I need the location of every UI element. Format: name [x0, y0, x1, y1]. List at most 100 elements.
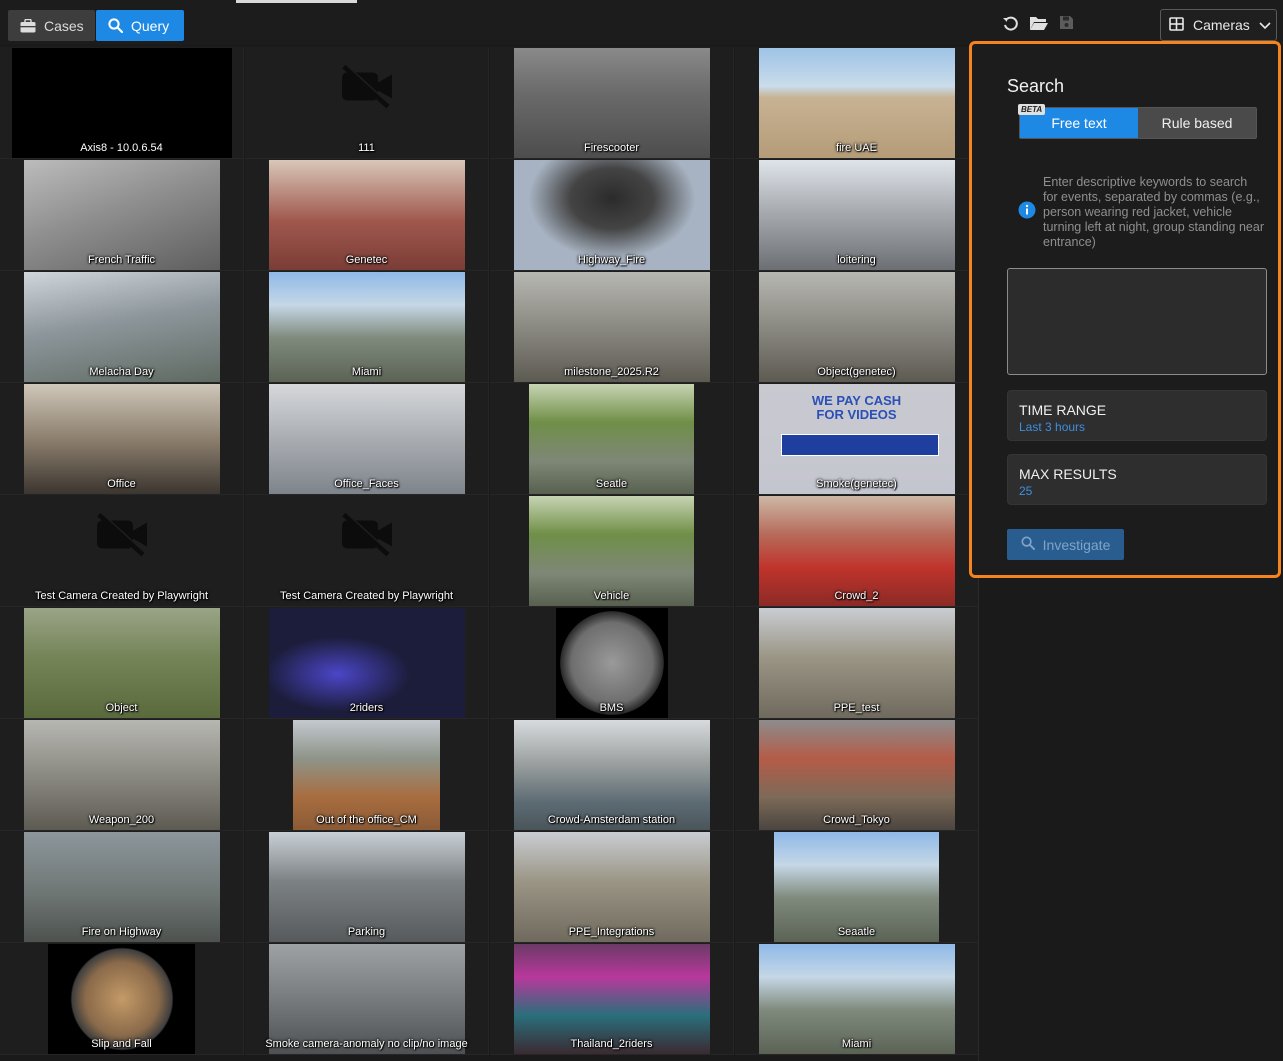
camera-tile[interactable]: Miami [245, 271, 489, 383]
camera-tile[interactable]: Out of the office_CM [245, 719, 489, 831]
camera-name-label: Miami [841, 1038, 872, 1050]
camera-thumbnail [774, 831, 939, 942]
cases-tab-label: Cases [44, 17, 84, 34]
undo-icon[interactable] [1002, 15, 1020, 33]
search-icon [1021, 536, 1035, 553]
save-icon[interactable] [1059, 15, 1075, 33]
camera-tile[interactable]: Crowd_2 [735, 495, 979, 607]
camera-tile[interactable]: Vehicle [490, 495, 734, 607]
camera-thumbnail [758, 271, 955, 382]
camera-tile[interactable]: 2riders [245, 607, 489, 719]
camera-tile[interactable]: Test Camera Created by Playwright [0, 495, 244, 607]
rule-based-mode-button[interactable]: Rule based [1138, 108, 1256, 138]
camera-name-label: French Traffic [87, 254, 156, 266]
camera-name-label: Smoke(genetec) [816, 478, 897, 490]
camera-tile[interactable]: Crowd-Amsterdam station [490, 719, 734, 831]
camera-thumbnail [758, 495, 955, 606]
camera-name-label: fire UAE [836, 142, 877, 154]
camera-name-label: Slip and Fall [91, 1038, 152, 1050]
camera-tile[interactable]: Genetec [245, 159, 489, 271]
camera-tile[interactable]: Miami [735, 943, 979, 1055]
camera-thumbnail [513, 47, 710, 158]
briefcase-icon [20, 18, 36, 33]
camera-name-label: milestone_2025.R2 [564, 366, 659, 378]
camera-name-label: Parking [347, 926, 386, 938]
camera-thumbnail [758, 47, 955, 158]
camera-tile[interactable]: WE PAY CASH FOR VIDEOS Smoke(genetec) [735, 383, 979, 495]
camera-thumbnail: WE PAY CASH FOR VIDEOS [758, 383, 955, 494]
camera-tile[interactable]: Parking [245, 831, 489, 943]
info-icon [1018, 201, 1036, 219]
camera-thumbnail [529, 495, 694, 606]
max-results-value: 25 [1019, 484, 1033, 498]
cases-tab-button[interactable]: Cases [8, 10, 95, 41]
camera-grid: Axis8 - 10.0.6.54 111 Firescooter fire UAE F… [0, 47, 979, 1061]
camera-tile[interactable]: PPE_test [735, 607, 979, 719]
camera-name-label: Crowd-Amsterdam station [547, 814, 676, 826]
camera-tile[interactable]: Thailand_2riders [490, 943, 734, 1055]
cameras-dropdown[interactable]: Cameras [1160, 9, 1277, 41]
search-query-input[interactable] [1007, 268, 1267, 375]
free-text-mode-label: Free text [1051, 115, 1107, 131]
camera-name-label: Melacha Day [89, 366, 154, 378]
camera-thumbnail [23, 719, 220, 830]
camera-tile[interactable]: fire UAE [735, 47, 979, 159]
camera-tile[interactable]: PPE_Integrations [490, 831, 734, 943]
free-text-mode-button[interactable]: BETA Free text [1018, 104, 1138, 138]
chevron-down-icon [1259, 17, 1271, 33]
max-results-field[interactable]: MAX RESULTS 25 [1007, 454, 1267, 505]
camera-tile[interactable]: Office_Faces [245, 383, 489, 495]
camera-thumbnail [268, 943, 465, 1054]
camera-tile[interactable]: Firescooter [490, 47, 734, 159]
camera-thumbnail [529, 383, 694, 494]
camera-tile[interactable]: milestone_2025.R2 [490, 271, 734, 383]
camera-tile[interactable]: Seaatle [735, 831, 979, 943]
time-range-value: Last 3 hours [1019, 420, 1086, 434]
search-icon [108, 18, 123, 33]
grid-icon [1169, 16, 1184, 34]
camera-tile[interactable]: Object [0, 607, 244, 719]
camera-tile[interactable]: Slip and Fall [0, 943, 244, 1055]
camera-name-label: Axis8 - 10.0.6.54 [80, 142, 163, 154]
search-mode-toggle: BETA Free text Rule based [1018, 104, 1257, 139]
camera-name-label: Seaatle [837, 926, 876, 938]
camera-name-label: Office_Faces [334, 478, 399, 490]
camera-tile[interactable]: Weapon_200 [0, 719, 244, 831]
camera-tile[interactable]: French Traffic [0, 159, 244, 271]
camera-tile[interactable]: Crowd_Tokyo [735, 719, 979, 831]
camera-tile[interactable]: loitering [735, 159, 979, 271]
query-tab-button[interactable]: Query [96, 10, 184, 41]
camera-tile[interactable]: 111 [245, 47, 489, 159]
camera-name-label: Object [105, 702, 138, 714]
camera-name-label: 2riders [349, 702, 384, 714]
camera-name-label: Vehicle [593, 590, 630, 602]
camera-tile[interactable]: Highway_Fire [490, 159, 734, 271]
search-panel-title: Search [1007, 76, 1065, 96]
camera-tile[interactable]: Seatle [490, 383, 734, 495]
camera-tile[interactable]: Smoke camera-anomaly no clip/no image [245, 943, 489, 1055]
time-range-field[interactable]: TIME RANGE Last 3 hours [1007, 390, 1267, 441]
camera-thumbnail [268, 271, 465, 382]
camera-name-label: Highway_Fire [577, 254, 646, 266]
camera-tile[interactable]: Object(genetec) [735, 271, 979, 383]
camera-tile[interactable]: Office [0, 383, 244, 495]
camera-tile[interactable]: Axis8 - 10.0.6.54 [0, 47, 244, 159]
camera-name-label: Out of the office_CM [316, 814, 417, 826]
camera-tile[interactable]: Melacha Day [0, 271, 244, 383]
camera-thumbnail [23, 383, 220, 494]
camera-thumbnail [555, 607, 668, 718]
investigate-label: Investigate [1042, 536, 1111, 553]
camera-thumbnail [268, 831, 465, 942]
camera-thumbnail [23, 271, 220, 382]
camera-thumbnail [23, 831, 220, 942]
camera-thumbnail [268, 159, 465, 270]
folder-open-icon[interactable] [1029, 15, 1049, 33]
camera-thumbnail [758, 719, 955, 830]
camera-tile[interactable]: Test Camera Created by Playwright [245, 495, 489, 607]
camera-tile[interactable]: BMS [490, 607, 734, 719]
investigate-button[interactable]: Investigate [1007, 529, 1124, 560]
camera-tile[interactable]: Fire on Highway [0, 831, 244, 943]
camera-thumbnail [11, 47, 232, 158]
query-tab-label: Query [131, 17, 170, 34]
camera-name-label: Test Camera Created by Playwright [279, 590, 453, 602]
